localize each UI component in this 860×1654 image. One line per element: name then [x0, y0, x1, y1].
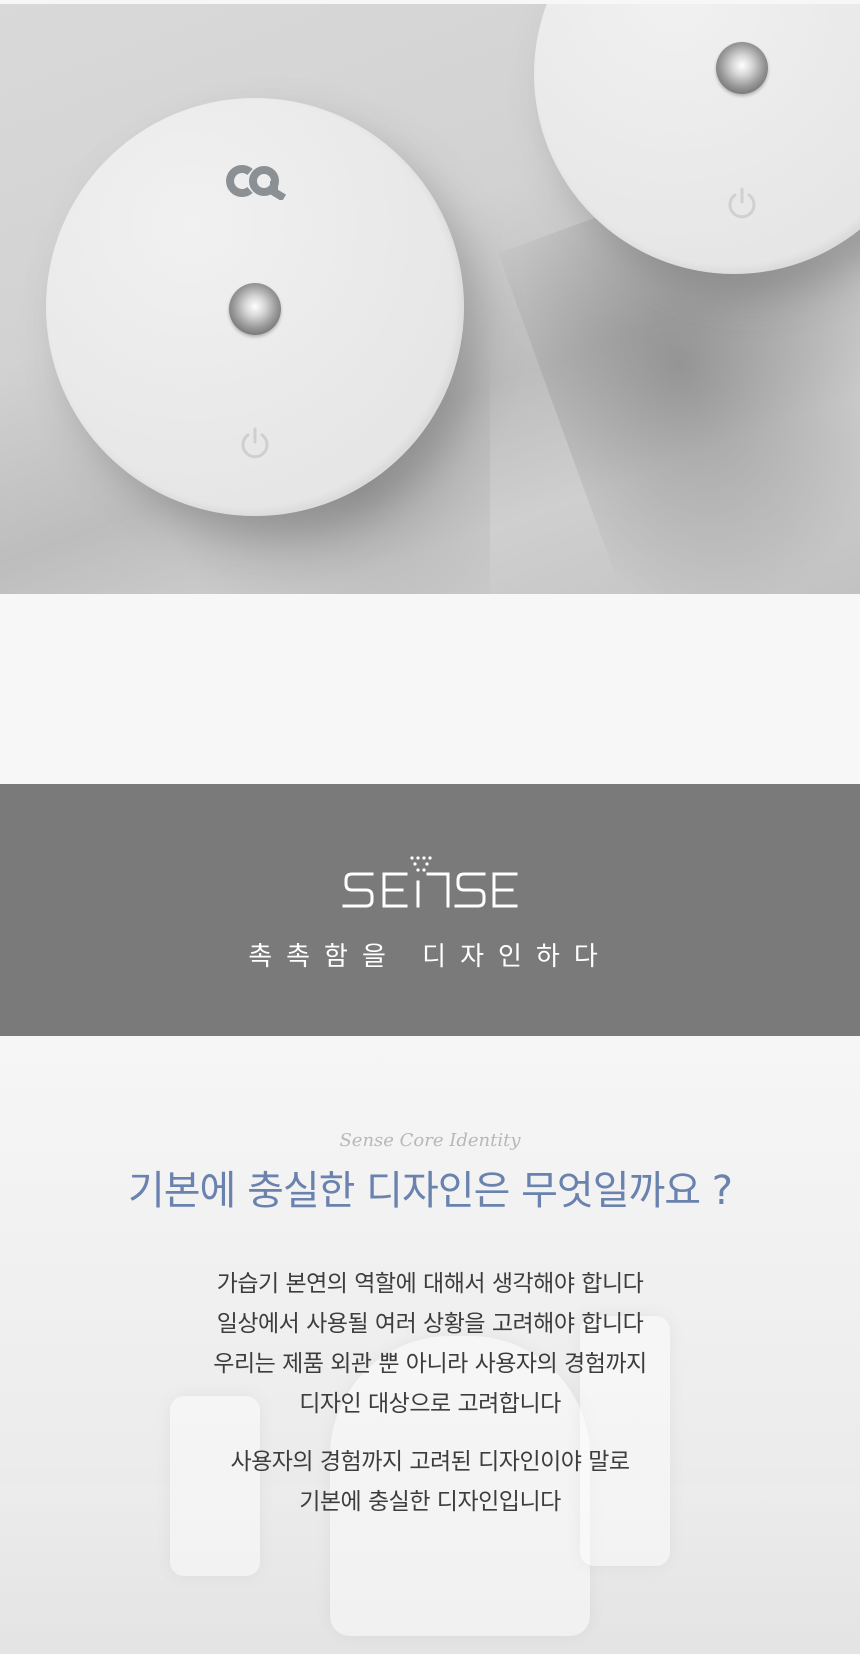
section-headline: 기본에 충실한 디자인은 무엇일까요 ?: [127, 1168, 733, 1214]
power-icon: [241, 427, 269, 459]
brand-banner: 촉촉함을 디자인하다: [0, 784, 860, 1036]
power-icon: [728, 187, 756, 219]
sense-wordmark: [0, 852, 860, 922]
banner-tagline: 촉촉함을 디자인하다: [248, 942, 612, 972]
section-body: 가습기 본연의 역할에 대해서 생각해야 합니다 일상에서 사용될 여러 상황을…: [0, 1264, 860, 1522]
section-subtitle: Sense Core Identity: [339, 1130, 521, 1151]
body-line: 디자인 대상으로 고려합니다: [299, 1391, 561, 1417]
body-line: 사용자의 경험까지 고려된 디자인이야 말로: [230, 1449, 630, 1475]
sense-logo-icon: [342, 856, 518, 908]
knob-icon: [716, 42, 768, 94]
hero-product-image: [0, 4, 860, 594]
body-line: 우리는 제품 외관 뿐 아니라 사용자의 경험까지: [213, 1351, 647, 1377]
body-line: 기본에 충실한 디자인입니다: [299, 1489, 561, 1515]
body-line: 일상에서 사용될 여러 상황을 고려해야 합니다: [216, 1311, 644, 1337]
brand-logo-icon: [226, 165, 287, 200]
body-line: 가습기 본연의 역할에 대해서 생각해야 합니다: [216, 1271, 644, 1297]
knob-icon: [229, 283, 281, 335]
core-identity-section: Sense Core Identity 기본에 충실한 디자인은 무엇일까요 ?…: [0, 1036, 860, 1654]
